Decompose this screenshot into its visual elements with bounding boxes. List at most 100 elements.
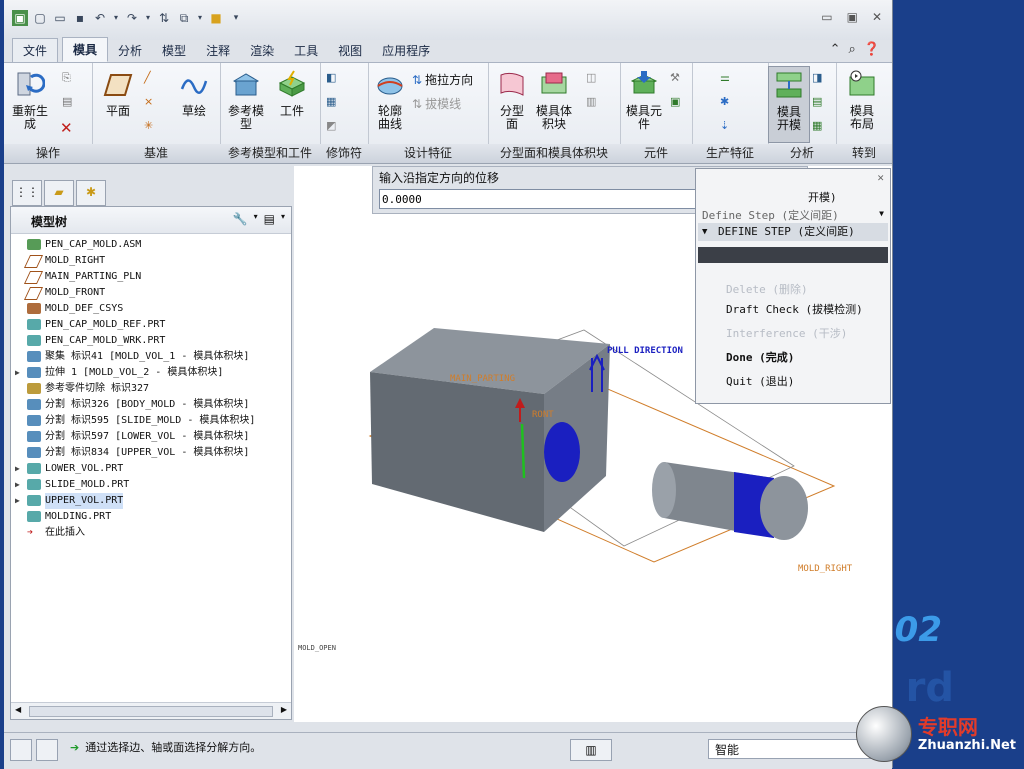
tab-annotate[interactable]: 注释 <box>196 39 240 62</box>
group-label-operations[interactable]: 操作 <box>4 144 92 163</box>
ejector-icon[interactable]: ⇣ <box>720 119 736 135</box>
tree-row[interactable]: MAIN_PARTING_PLN <box>11 269 291 285</box>
dropdown-icon[interactable]: ▾ <box>254 212 258 226</box>
app-icon[interactable]: ▣ <box>12 10 28 26</box>
new-file-icon[interactable]: ▢ <box>32 10 48 26</box>
tab-file[interactable]: 文件 <box>12 38 59 62</box>
pattern-icon[interactable]: ▦ <box>326 95 342 111</box>
group-label-design-features[interactable]: 设计特征 <box>368 144 488 163</box>
paste-icon[interactable]: ▤ <box>62 95 78 111</box>
tree-row[interactable]: ➔ 在此插入 <box>11 525 291 541</box>
menu-item-open[interactable]: 开模) <box>808 189 837 205</box>
tree-row[interactable]: 聚集 标识41 [MOLD_VOL_1 - 模具体积块] <box>11 349 291 365</box>
group-label-datum[interactable]: 基准 <box>92 144 220 163</box>
delete-icon[interactable]: ✕ <box>60 119 76 137</box>
mold-layout-button[interactable]: 模具 布局 <box>842 69 882 131</box>
help-icon[interactable]: ❓ <box>864 42 880 57</box>
waterline-icon[interactable]: ✱ <box>720 95 736 111</box>
scroll-left-icon[interactable]: ◀ <box>15 705 21 714</box>
regenerate-icon[interactable]: ⇅ <box>156 10 172 26</box>
pull-direction-button[interactable]: ⇅ 拖拉方向 <box>412 71 473 88</box>
group-label-production-features[interactable]: 生产特征 <box>692 144 768 163</box>
tab-mold[interactable]: 模具 <box>62 37 109 62</box>
tree-row[interactable]: ▶ 拉伸 1 [MOLD_VOL_2 - 模具体积块] <box>11 365 291 381</box>
tab-render[interactable]: 渲染 <box>240 39 284 62</box>
browser-toggle-icon[interactable] <box>36 739 58 761</box>
tree-row[interactable]: PEN_CAP_MOLD_WRK.PRT <box>11 333 291 349</box>
tree-row[interactable]: MOLD_RIGHT <box>11 253 291 269</box>
silhouette-curve-button[interactable]: 轮廓 曲线 <box>370 69 410 131</box>
mold-component-button[interactable]: 模具元 件 <box>624 69 664 131</box>
tree-row[interactable]: ▶ LOWER_VOL.PRT <box>11 461 291 477</box>
mold-volume-button[interactable]: 模具体 积块 <box>534 69 574 131</box>
projected-area-icon[interactable]: ▦ <box>812 119 828 135</box>
customize-icon[interactable]: ▾ <box>228 10 244 26</box>
modify-icon[interactable]: ◩ <box>326 119 342 135</box>
parting-surface-button[interactable]: 分型 面 <box>492 69 532 131</box>
menu-item-draft-check[interactable]: Draft Check (拔模检测) <box>726 301 863 317</box>
menu-item-done[interactable]: Done (完成) <box>726 349 794 365</box>
tree-row[interactable]: 参考零件切除 标识327 <box>11 381 291 397</box>
close-icon[interactable]: ✕ <box>872 10 882 24</box>
expand-icon[interactable]: ▶ <box>15 493 20 509</box>
thickness-icon[interactable]: ▤ <box>812 95 828 111</box>
expand-icon[interactable]: ▶ <box>15 477 20 493</box>
dropdown-icon[interactable]: ▼ <box>879 209 884 218</box>
tree-row[interactable]: PEN_CAP_MOLD_REF.PRT <box>11 317 291 333</box>
save-icon[interactable]: ▪ <box>72 10 88 26</box>
group-label-reference-model[interactable]: 参考模型和工件 <box>220 144 320 163</box>
undo-icon[interactable]: ↶ <box>92 10 108 26</box>
runner-icon[interactable]: ⚌ <box>720 71 736 87</box>
measure-icon[interactable]: ◨ <box>812 71 828 87</box>
menu-item-define-step[interactable]: Define Step (定义间距) <box>702 207 839 223</box>
tree-horizontal-scrollbar[interactable]: ◀ ▶ <box>11 702 291 719</box>
tab-analysis[interactable]: 分析 <box>108 39 152 62</box>
minimize-icon[interactable]: ▭ <box>821 10 832 24</box>
mold-opening-button[interactable]: 模具 开模 <box>768 66 810 143</box>
selection-status-button[interactable]: ▥ <box>570 739 612 761</box>
molding-icon[interactable]: ▣ <box>670 95 686 111</box>
point-icon[interactable]: × <box>144 95 160 111</box>
group-label-goto[interactable]: 转到 <box>836 144 892 163</box>
tree-row[interactable]: 分割 标识595 [SLIDE_MOLD - 模具体积块] <box>11 413 291 429</box>
dropdown-icon[interactable]: ▾ <box>281 212 285 226</box>
open-folder-icon[interactable]: ▭ <box>52 10 68 26</box>
axis-icon[interactable]: ╱ <box>144 71 160 87</box>
reference-model-button[interactable]: 参考模 型 <box>226 69 266 131</box>
copy-icon[interactable]: ⎘ <box>62 71 78 87</box>
menu-item-interference[interactable]: Interference (干涉) <box>726 325 847 341</box>
tree-settings-icon[interactable]: 🔧 <box>233 212 248 226</box>
tree-row[interactable]: 分割 标识834 [UPPER_VOL - 模具体积块] <box>11 445 291 461</box>
menu-item-highlight[interactable] <box>698 247 888 263</box>
menu-close-icon[interactable]: ✕ <box>877 171 884 184</box>
extract-icon[interactable]: ▥ <box>586 95 602 111</box>
window-icon[interactable]: ⧉ <box>176 10 192 26</box>
tab-view[interactable]: 视图 <box>328 39 372 62</box>
selection-filter[interactable]: 智能 <box>708 739 878 759</box>
tab-tools[interactable]: 工具 <box>284 39 328 62</box>
expand-icon[interactable]: ▶ <box>15 365 20 381</box>
workpiece-button[interactable]: 工件 <box>272 69 312 118</box>
dropdown-icon[interactable]: ▾ <box>196 10 204 26</box>
tree-row[interactable]: MOLDING.PRT <box>11 509 291 525</box>
tree-row[interactable]: PEN_CAP_MOLD.ASM <box>11 237 291 253</box>
favorites-tab-icon[interactable]: ✱ <box>76 180 106 206</box>
tree-row[interactable]: ▶ SLIDE_MOLD.PRT <box>11 477 291 493</box>
restore-icon[interactable]: ▣ <box>847 10 858 24</box>
cast-icon[interactable]: ⚒ <box>670 71 686 87</box>
model-tree-tab-icon[interactable]: ⋮⋮ <box>12 180 42 206</box>
tree-row[interactable]: MOLD_FRONT <box>11 285 291 301</box>
csys-icon[interactable]: ✳ <box>144 119 160 135</box>
expand-icon[interactable]: ▶ <box>15 461 20 477</box>
group-label-modifiers[interactable]: 修饰符 <box>320 144 368 163</box>
mirror-icon[interactable]: ◧ <box>326 71 342 87</box>
sketch-button[interactable]: 草绘 <box>174 69 214 118</box>
scroll-right-icon[interactable]: ▶ <box>281 705 287 714</box>
folder-browser-tab-icon[interactable]: ▰ <box>44 180 74 206</box>
tree-row[interactable]: 分割 标识326 [BODY_MOLD - 模具体积块] <box>11 397 291 413</box>
plane-button[interactable]: 平面 <box>98 69 138 118</box>
menu-item-delete[interactable]: Delete (删除) <box>726 281 808 297</box>
dropdown-icon[interactable]: ▾ <box>112 10 120 26</box>
draft-line-button[interactable]: ⇅ 拔模线 <box>412 95 461 112</box>
redo-icon[interactable]: ↷ <box>124 10 140 26</box>
